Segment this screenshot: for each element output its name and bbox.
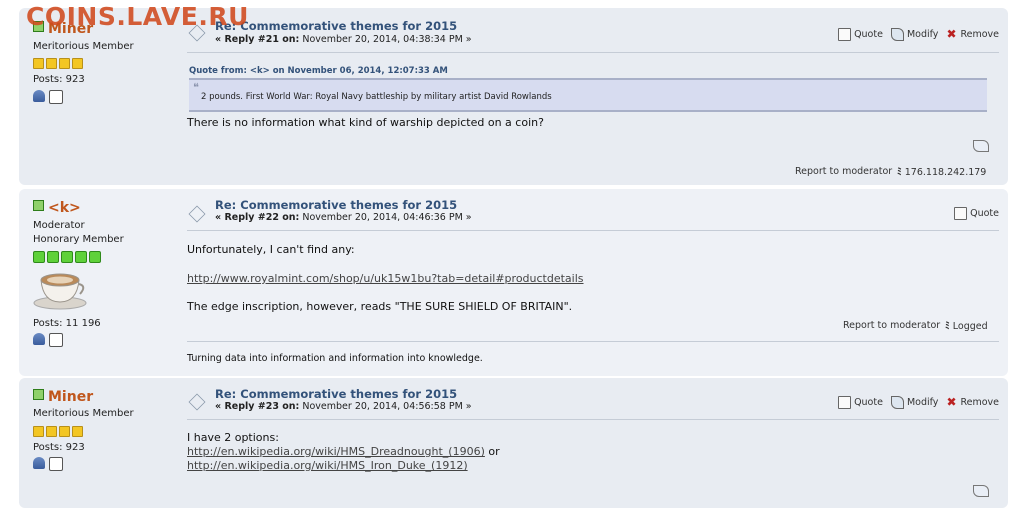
post-reply-22: <k> Moderator Honorary Member Posts: 11 …	[19, 189, 1008, 376]
divider	[187, 230, 999, 231]
ip-icon: ﾐ	[897, 167, 902, 178]
dreadnought-link[interactable]: http://en.wikipedia.org/wiki/HMS_Dreadno…	[187, 445, 485, 458]
post-meta: « Reply #22 on: November 20, 2014, 04:46…	[215, 212, 472, 223]
post-subject-link[interactable]: Re: Commemorative themes for 2015	[215, 19, 457, 33]
ip-icon: ﾐ	[945, 321, 950, 332]
member-group: Moderator	[33, 220, 85, 231]
online-status-icon	[33, 200, 44, 211]
post-body-line1: Unfortunately, I can't find any:	[187, 243, 355, 256]
post-count: Posts: 923	[33, 74, 85, 85]
report-to-moderator-link[interactable]: Report to moderator	[795, 166, 892, 177]
post-body-line2: The edge inscription, however, reads "TH…	[187, 300, 573, 313]
quote-header-link[interactable]: Quote from: <k> on November 06, 2014, 12…	[189, 66, 448, 76]
iron-duke-link[interactable]: http://en.wikipedia.org/wiki/HMS_Iron_Du…	[187, 459, 468, 472]
post-reply-23: Miner Meritorious Member Posts: 923 Re: …	[19, 378, 1008, 508]
message-icon	[188, 393, 206, 411]
poster-icons	[33, 457, 63, 471]
remove-button[interactable]: ✖ Remove	[946, 396, 999, 409]
quote-block: ❝ 2 pounds. First World War: Royal Navy …	[189, 78, 987, 112]
remove-icon: ✖	[946, 395, 957, 409]
quote-button[interactable]: Quote	[954, 207, 999, 220]
profile-icon[interactable]	[33, 90, 45, 102]
member-group-2: Honorary Member	[33, 234, 124, 245]
post-meta: « Reply #23 on: November 20, 2014, 04:56…	[215, 401, 472, 412]
quote-icon	[954, 207, 968, 220]
rank-stars	[33, 426, 83, 437]
post-subject-link[interactable]: Re: Commemorative themes for 2015	[215, 198, 457, 212]
signature-divider	[187, 341, 999, 342]
quote-button[interactable]: Quote	[838, 28, 883, 41]
quote-mark-icon: ❝	[193, 81, 199, 94]
divider	[187, 419, 999, 420]
post-buttons: Quote	[954, 207, 999, 220]
post-subject-link[interactable]: Re: Commemorative themes for 2015	[215, 387, 457, 401]
avatar-coffee-cup	[33, 273, 87, 310]
rank-stars	[33, 58, 83, 69]
modify-icon	[890, 396, 904, 409]
logged-status: ﾐ Logged	[945, 321, 988, 332]
poster-icons	[33, 333, 63, 347]
message-icon	[188, 205, 206, 223]
profile-icon[interactable]	[33, 333, 45, 345]
post-buttons: Quote Modify ✖ Remove	[838, 28, 999, 41]
quick-quote-icon[interactable]	[973, 485, 989, 497]
poster-name-link[interactable]: Miner	[33, 389, 93, 405]
modify-icon	[890, 28, 904, 41]
poster-icons	[33, 90, 63, 104]
remove-icon: ✖	[946, 27, 957, 41]
personal-message-icon[interactable]	[49, 457, 63, 471]
modify-button[interactable]: Modify	[890, 396, 938, 409]
quote-button[interactable]: Quote	[838, 396, 883, 409]
online-status-icon	[33, 389, 44, 400]
post-reply-21: Miner Meritorious Member Posts: 923 Re: …	[19, 8, 1008, 185]
quick-quote-icon[interactable]	[973, 140, 989, 152]
post-body: I have 2 options:	[187, 431, 279, 444]
member-group: Meritorious Member	[33, 41, 134, 52]
quote-icon	[838, 396, 852, 409]
link-line-1: http://en.wikipedia.org/wiki/HMS_Dreadno…	[187, 445, 500, 458]
personal-message-icon[interactable]	[49, 333, 63, 347]
royalmint-link[interactable]: http://www.royalmint.com/shop/u/uk15w1bu…	[187, 272, 584, 285]
remove-button[interactable]: ✖ Remove	[946, 28, 999, 41]
divider	[187, 52, 999, 53]
rank-stars	[33, 251, 101, 263]
post-buttons: Quote Modify ✖ Remove	[838, 396, 999, 409]
report-to-moderator-link[interactable]: Report to moderator	[843, 320, 940, 331]
post-count: Posts: 923	[33, 442, 85, 453]
post-body: There is no information what kind of war…	[187, 116, 544, 129]
quote-icon	[838, 28, 852, 41]
post-meta: « Reply #21 on: November 20, 2014, 04:38…	[215, 34, 472, 45]
profile-icon[interactable]	[33, 457, 45, 469]
ip-address: ﾐ 176.118.242.179	[897, 167, 987, 178]
modify-button[interactable]: Modify	[890, 28, 938, 41]
member-group: Meritorious Member	[33, 408, 134, 419]
signature: Turning data into information and inform…	[187, 353, 483, 364]
quote-text: 2 pounds. First World War: Royal Navy ba…	[201, 92, 552, 102]
personal-message-icon[interactable]	[49, 90, 63, 104]
post-count: Posts: 11 196	[33, 318, 101, 329]
watermark-logo: COINS.LAVE.RU	[26, 2, 249, 31]
poster-name-link[interactable]: <k>	[33, 200, 81, 216]
